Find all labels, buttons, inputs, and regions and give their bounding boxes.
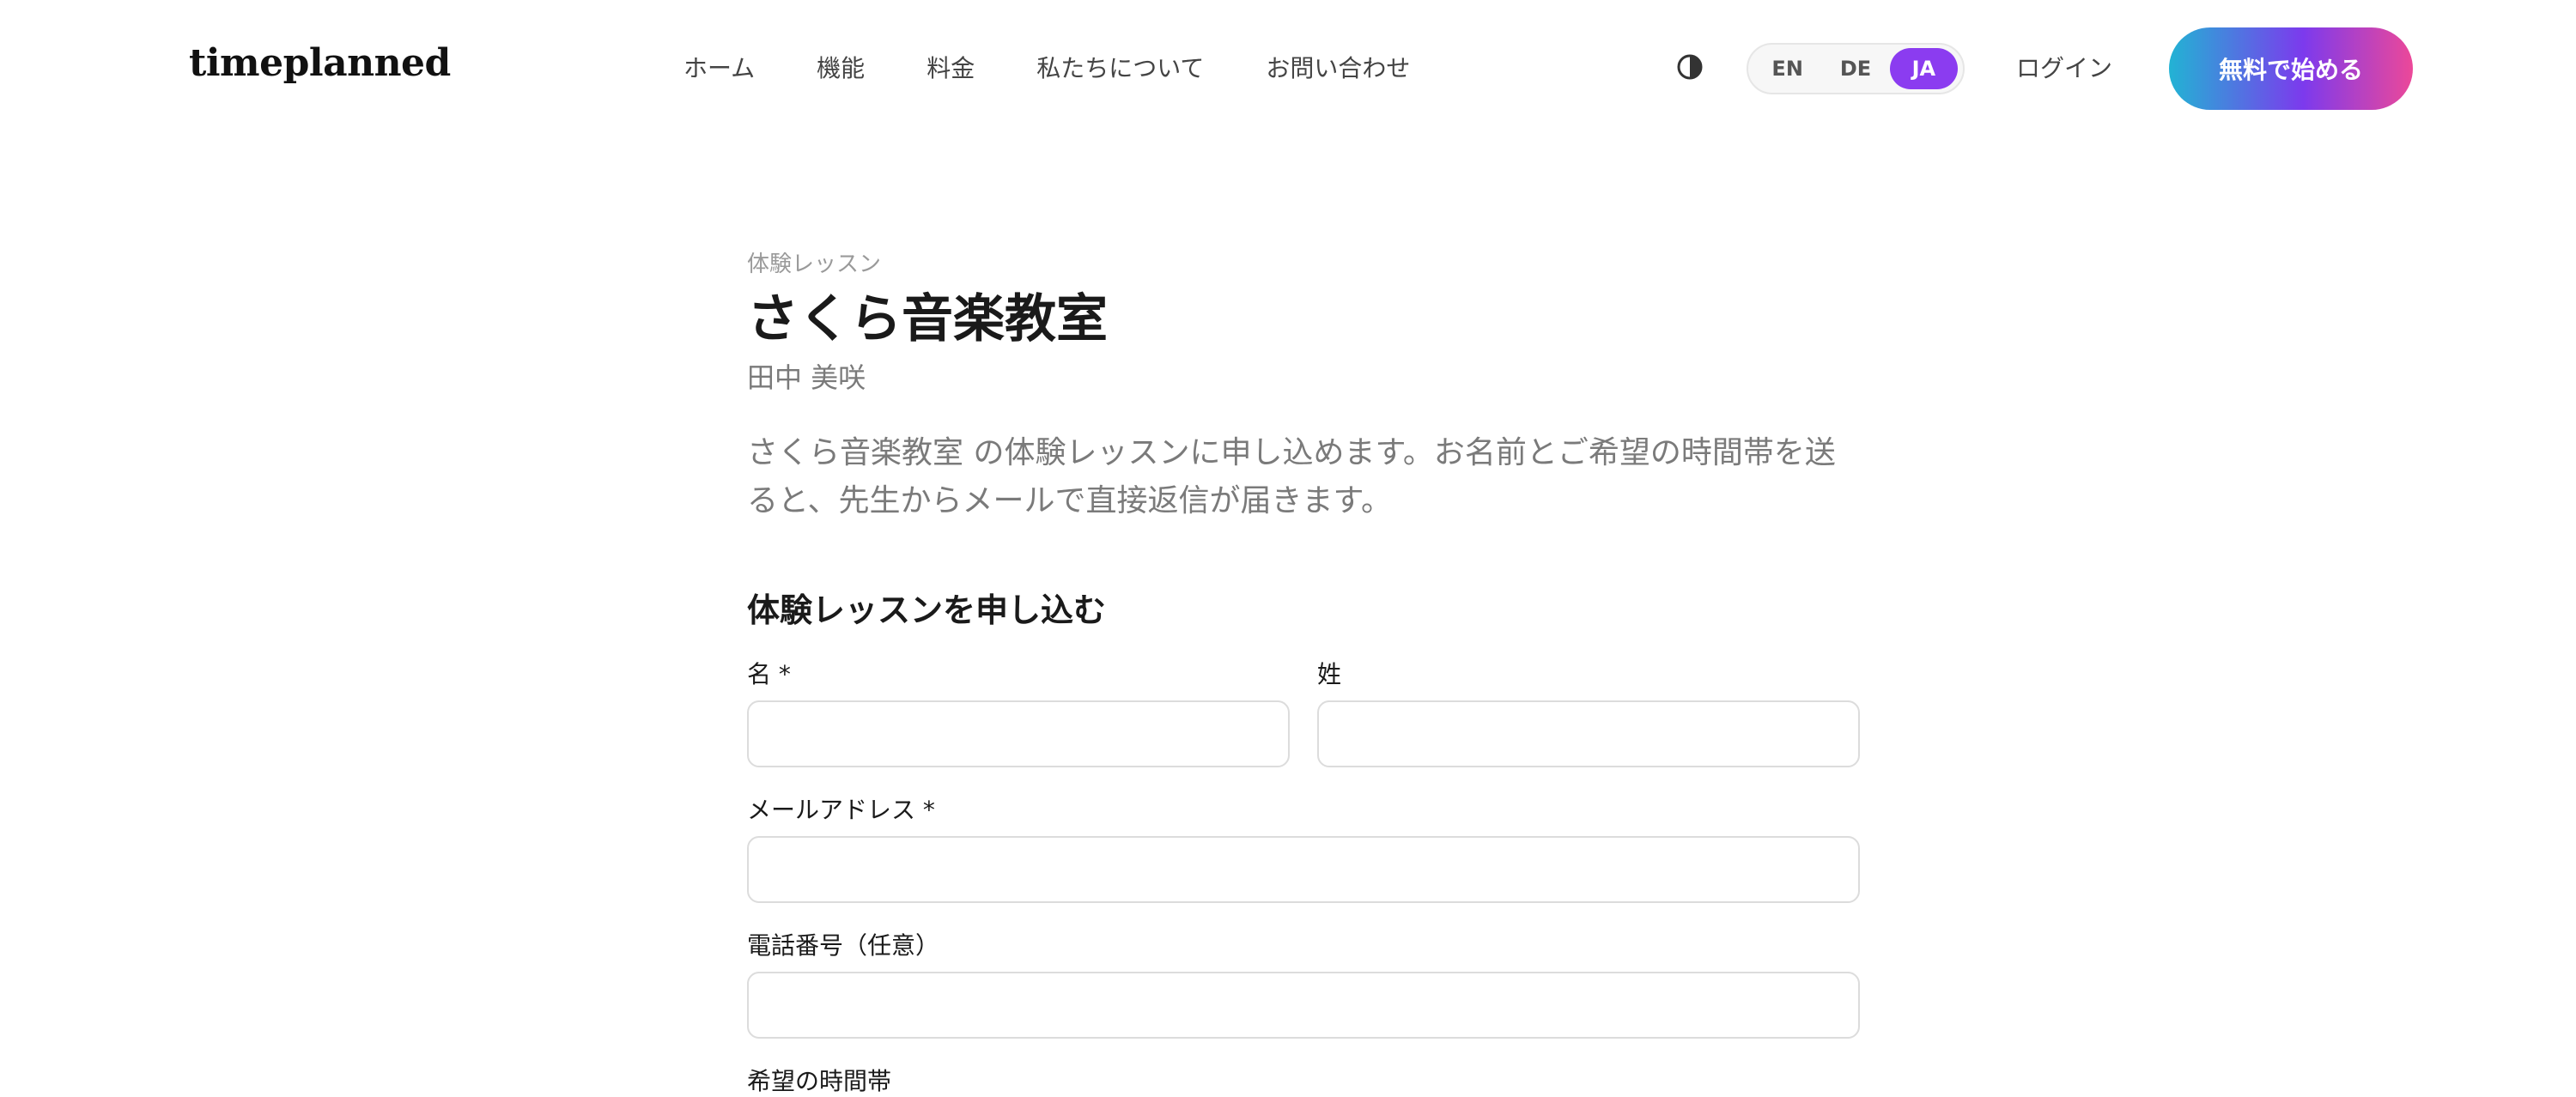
last-name-label: 姓 bbox=[1317, 660, 1342, 688]
nav-item-home[interactable]: ホーム bbox=[683, 50, 755, 84]
language-option-ja[interactable]: JA bbox=[1889, 48, 1958, 89]
nav-item-features[interactable]: 機能 bbox=[817, 50, 865, 84]
login-link[interactable]: ログイン bbox=[2016, 50, 2112, 84]
form-title: 体験レッスンを申し込む bbox=[747, 591, 1107, 629]
first-name-input[interactable] bbox=[747, 700, 1290, 767]
main-nav: ホーム 機能 料金 私たちについて お問い合わせ bbox=[683, 50, 1410, 84]
site-header: timeplanned ホーム 機能 料金 私たちについて お問い合わせ EN … bbox=[0, 0, 2576, 137]
nav-item-contact[interactable]: お問い合わせ bbox=[1266, 50, 1410, 84]
trial-form: 体験レッスンを申し込む 名 * 姓 メールアドレス * 電話番号（任意） 希望の… bbox=[747, 249, 1860, 1095]
email-input[interactable] bbox=[747, 836, 1860, 903]
get-started-button[interactable]: 無料で始める bbox=[2169, 27, 2413, 110]
first-name-label: 名 * bbox=[747, 660, 791, 688]
language-option-de[interactable]: DE bbox=[1821, 48, 1889, 89]
email-label: メールアドレス * bbox=[747, 796, 935, 824]
last-name-input[interactable] bbox=[1317, 700, 1860, 767]
preferred-time-label: 希望の時間帯 bbox=[747, 1067, 892, 1095]
language-option-en[interactable]: EN bbox=[1753, 48, 1821, 89]
phone-label: 電話番号（任意） bbox=[747, 931, 940, 960]
main-content: 体験レッスン さくら音楽教室 田中 美咲 さくら音楽教室 の体験レッスンに申し込… bbox=[747, 249, 1860, 1095]
nav-item-pricing[interactable]: 料金 bbox=[927, 50, 975, 84]
logo[interactable]: timeplanned bbox=[189, 41, 451, 85]
nav-item-about[interactable]: 私たちについて bbox=[1036, 50, 1204, 84]
phone-input[interactable] bbox=[747, 972, 1860, 1039]
language-switcher: EN DE JA bbox=[1747, 43, 1965, 94]
theme-toggle-button[interactable] bbox=[1676, 53, 1704, 81]
half-circle-contrast-icon bbox=[1677, 54, 1703, 80]
